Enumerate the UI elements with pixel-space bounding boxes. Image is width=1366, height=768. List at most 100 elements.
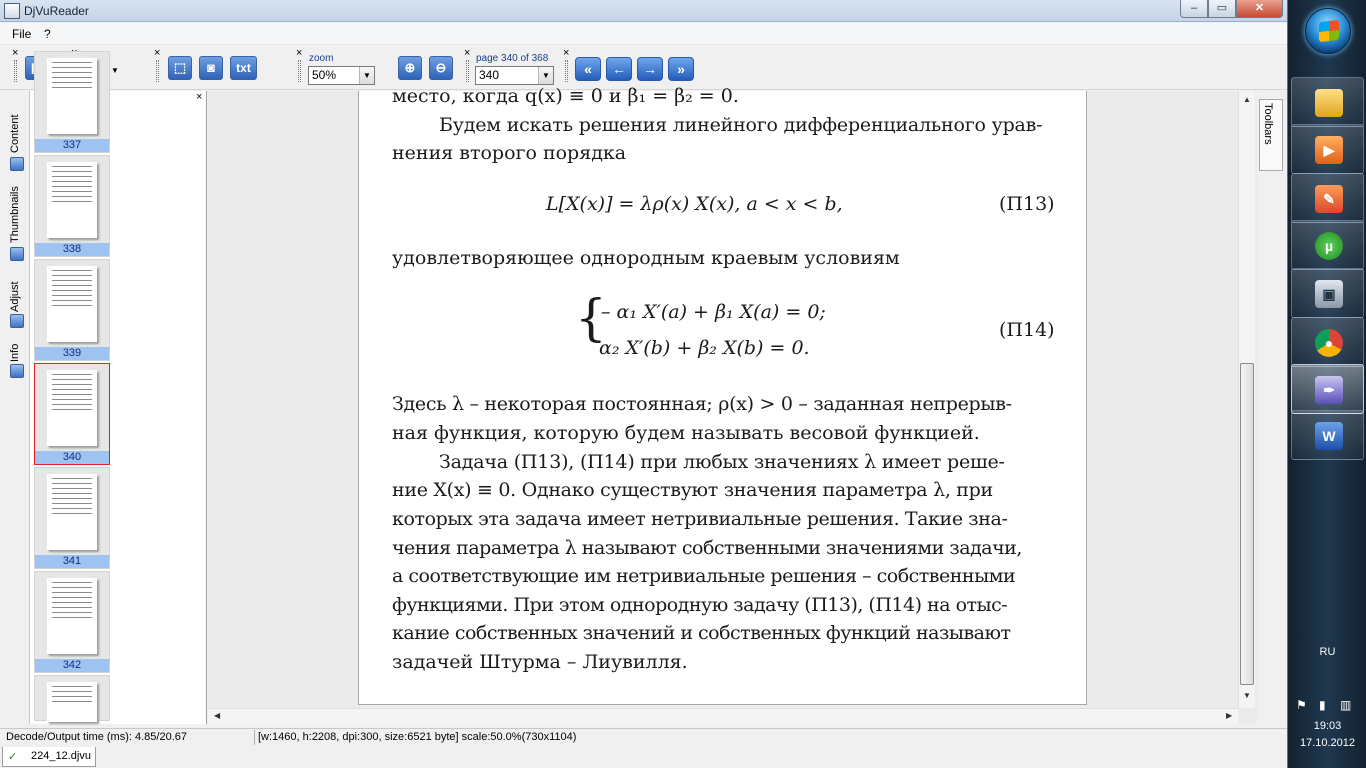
maximize-button[interactable]: ▭ [1208, 0, 1236, 18]
thumbnails-icon [10, 247, 24, 261]
zoom-value: 50% [312, 68, 337, 82]
scroll-up-icon[interactable]: ▲ [1243, 95, 1251, 104]
select-text-button[interactable]: txt [230, 56, 257, 80]
content-icon [10, 157, 24, 171]
text-line: нения второго порядка [392, 142, 627, 164]
menu-file[interactable]: File [12, 27, 31, 41]
clock-date[interactable]: 17.10.2012 [1288, 737, 1366, 749]
chevron-down-icon[interactable]: ▼ [538, 67, 553, 84]
start-button[interactable] [1305, 8, 1351, 54]
scrollbar-thumb[interactable] [1240, 363, 1254, 685]
djvureader-window: DjVuReader – ▭ ✕ File ? × ▦ ▼ × ▭ ▼ × ⬚ … [0, 0, 1287, 768]
chevron-down-icon[interactable]: ▼ [359, 67, 374, 84]
thumbnail-item[interactable]: 337 [34, 51, 110, 153]
toolbar-close-icon[interactable]: × [563, 48, 569, 59]
device-tray-icon[interactable]: ▮ [1319, 698, 1326, 712]
text-line: а соответствующие им нетривиальные решен… [392, 565, 1016, 587]
equation-p13: L[X(x)] = λρ(x) X(x), a < x < b, [546, 193, 843, 215]
thumbnail-item[interactable]: 339 [34, 259, 110, 361]
document-view[interactable]: место, когда q(x) ≡ 0 и β₁ = β₂ = 0. Буд… [208, 85, 1257, 724]
close-window-button[interactable]: ✕ [1236, 0, 1283, 18]
text-line: функциями. При этом однородную задачу (П… [392, 594, 1008, 616]
clock-time[interactable]: 19:03 [1288, 720, 1366, 732]
app-icon [4, 3, 20, 19]
taskbar-chrome[interactable]: ● [1291, 317, 1364, 367]
thumbnail-item[interactable]: 341 [34, 467, 110, 569]
tab-info[interactable]: Info [7, 338, 27, 382]
image-select-icon: ◙ [207, 60, 215, 75]
document-horizontal-scrollbar[interactable]: ◀ ▶ [208, 708, 1238, 724]
menu-help[interactable]: ? [44, 27, 51, 41]
tab-thumbnails-label: Thumbnails [9, 186, 21, 243]
minimize-button[interactable]: – [1180, 0, 1208, 18]
taskbar-paint[interactable]: ✎ [1291, 173, 1364, 223]
equation-p14-line2: α₂ X′(b) + β₂ X(b) = 0. [599, 337, 810, 359]
toolbar-close-icon[interactable]: × [12, 48, 18, 59]
scroll-down-icon[interactable]: ▼ [1243, 691, 1251, 700]
toolbars-panel-tab[interactable]: Toolbars [1257, 91, 1287, 724]
scroll-left-icon[interactable]: ◀ [214, 711, 220, 720]
toolbar-grip[interactable] [565, 60, 568, 82]
document-tab[interactable]: ✓ 224_12.djvu [2, 747, 96, 767]
thumbnail-item[interactable]: 342 [34, 571, 110, 673]
tab-content[interactable]: Content [7, 109, 27, 171]
previous-page-button[interactable]: ← [606, 57, 632, 81]
toolbar-close-icon[interactable]: × [464, 48, 470, 59]
toolbar-grip[interactable] [156, 60, 159, 82]
media-player-icon: ▶ [1315, 136, 1343, 164]
word-icon: W [1315, 422, 1343, 450]
select-region-button[interactable]: ⬚ [168, 56, 192, 80]
thumbnail-panel: × 337 338 339 340 341 342 ▲ [30, 51, 224, 724]
text-line: чения параметра λ называют собственными … [392, 537, 1022, 559]
folder-icon [1315, 89, 1343, 117]
page-thumbnail-image [47, 162, 97, 238]
taskbar-djvu-reader[interactable]: ✒ [1291, 364, 1364, 414]
tab-thumbnails[interactable]: Thumbnails [7, 183, 27, 263]
toolbar-grip[interactable] [466, 60, 469, 82]
text-line: ние X(x) ≡ 0. Однако существуют значения… [392, 479, 993, 501]
page-select[interactable]: 340 ▼ [475, 66, 554, 85]
network-tray-icon[interactable]: ▥ [1340, 698, 1351, 712]
tab-content-label: Content [9, 114, 21, 153]
toolbar-close-icon[interactable]: × [154, 48, 160, 59]
thumbnail-item[interactable]: 338 [34, 155, 110, 257]
text-line: которых эта задача имеет нетривиальные р… [392, 508, 1008, 530]
toolbar-close-icon[interactable]: × [296, 48, 302, 59]
taskbar-word[interactable]: W [1291, 410, 1364, 460]
scroll-right-icon[interactable]: ▶ [1226, 711, 1232, 720]
page-thumbnail-image [47, 370, 97, 446]
thumbnail-page-number: 342 [35, 659, 109, 672]
thumbnail-page-number: 340 [35, 451, 109, 464]
wrench-icon [10, 314, 24, 328]
document-vertical-scrollbar[interactable]: ▲ ▼ [1238, 91, 1255, 708]
last-page-button[interactable]: » [668, 57, 694, 81]
text-line: Здесь λ – некоторая постоянная; ρ(x) > 0… [392, 393, 1012, 415]
toolbar-grip[interactable] [14, 60, 17, 82]
language-indicator[interactable]: RU [1288, 646, 1366, 658]
next-page-button[interactable]: → [637, 57, 663, 81]
thumbnail-item-selected[interactable]: 340 [34, 363, 110, 465]
page-thumbnail-image [47, 682, 97, 722]
zoom-select[interactable]: 50% ▼ [308, 66, 375, 85]
tab-adjust[interactable]: Adjust [7, 274, 27, 330]
taskbar-explorer[interactable] [1291, 77, 1364, 127]
taskbar-utorrent[interactable]: µ [1291, 220, 1364, 270]
taskbar-computer[interactable]: ▣ [1291, 268, 1364, 318]
menu-bar: File ? [0, 23, 1287, 45]
decode-time-status: Decode/Output time (ms): 4.85/20.67 [6, 731, 187, 743]
taskbar-media-player[interactable]: ▶ [1291, 124, 1364, 174]
zoom-out-icon: ⊖ [435, 60, 447, 75]
text-line: Задача (П13), (П14) при любых значениях … [439, 451, 1005, 473]
flag-tray-icon[interactable]: ⚑ [1296, 698, 1307, 712]
close-panel-icon[interactable]: × [196, 91, 202, 103]
equation-label: (П13) [999, 193, 1055, 215]
toolbar-grip[interactable] [298, 60, 301, 82]
text-line: место, когда q(x) ≡ 0 и β₁ = β₂ = 0. [392, 85, 739, 107]
marquee-select-icon: ⬚ [173, 60, 187, 75]
zoom-out-button[interactable]: ⊖ [429, 56, 453, 80]
zoom-in-button[interactable]: ⊕ [398, 56, 422, 80]
page-mode-dropdown-icon[interactable]: ▼ [111, 66, 119, 75]
first-page-button[interactable]: « [575, 57, 601, 81]
select-image-button[interactable]: ◙ [199, 56, 223, 80]
thumbnail-item[interactable] [34, 675, 110, 722]
